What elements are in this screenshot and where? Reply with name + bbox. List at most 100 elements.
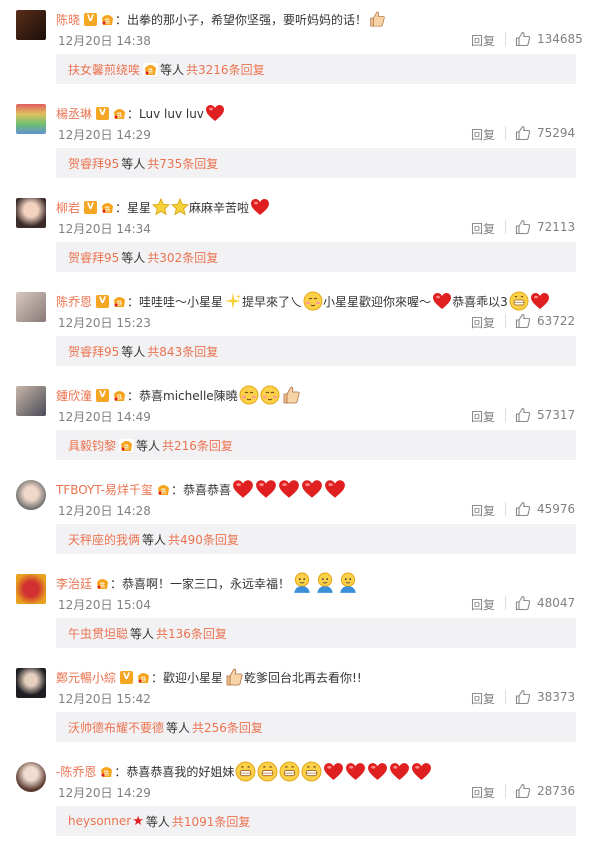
avatar[interactable]: [16, 480, 46, 510]
like-count: 57317: [537, 408, 576, 422]
comment-text: ：出拳的那小子，希望你坚强，要听妈妈的话！: [115, 12, 368, 27]
like-button[interactable]: 28736: [515, 783, 575, 799]
reply-count-link[interactable]: 共136条回复: [156, 625, 227, 642]
reply-button[interactable]: 回复: [471, 126, 495, 143]
like-count: 45976: [537, 502, 576, 516]
like-button[interactable]: 75294: [515, 125, 575, 141]
comment-username[interactable]: 鍾欣潼: [56, 387, 92, 404]
heart-icon: [205, 104, 225, 122]
thumbs-up-emoji-icon: [281, 385, 301, 405]
reply-summary[interactable]: 天秤座的我俩 等人 共490条回复: [56, 524, 576, 554]
thumbs-up-icon: [515, 407, 531, 423]
reply-button[interactable]: 回复: [471, 596, 495, 613]
heart-icon: [255, 479, 277, 499]
comment-username[interactable]: 柳岩: [56, 199, 80, 216]
heart-icon: [367, 762, 388, 781]
comment-text: 小星星歡迎你來喔～: [323, 294, 432, 309]
reply-summary-user[interactable]: 贺睿拜95: [68, 155, 119, 172]
pray-hands-icon: [368, 10, 386, 28]
reply-summary[interactable]: 沃帅德布耀不要德 等人 共256条回复: [56, 712, 576, 742]
like-button[interactable]: 72113: [515, 219, 575, 235]
grin-face-icon: [235, 761, 256, 782]
thumbs-up-icon: [515, 125, 531, 141]
reply-summary[interactable]: 具毅钧黎 等人 共216条回复: [56, 430, 576, 460]
reply-button[interactable]: 回复: [471, 32, 495, 49]
comment-item: 鄭元暢小綜 V ：歡迎小星星 乾爹回台北再去看你!! 12月20日 15:42 …: [0, 658, 589, 752]
reply-summary[interactable]: 贺睿拜95 等人 共843条回复: [56, 336, 576, 366]
avatar[interactable]: [16, 104, 46, 134]
reply-button[interactable]: 回复: [471, 314, 495, 331]
star-icon: [171, 198, 189, 216]
like-button[interactable]: 38373: [515, 689, 575, 705]
thumbs-up-icon: [515, 219, 531, 235]
reply-count-link[interactable]: 共1091条回复: [172, 813, 251, 830]
blush-face-icon: [260, 385, 280, 405]
comment-item: 鍾欣潼 V ：恭喜michelle陳曉 12月20日 14:49 回复 5731…: [0, 376, 589, 470]
reply-summary-user[interactable]: 贺睿拜95: [68, 249, 119, 266]
reply-count-link[interactable]: 共216条回复: [162, 437, 233, 454]
reply-button[interactable]: 回复: [471, 784, 495, 801]
reply-count-link[interactable]: 共256条回复: [192, 719, 263, 736]
avatar[interactable]: [16, 386, 46, 416]
reply-summary[interactable]: 午虫贯坦聪 等人 共136条回复: [56, 618, 576, 648]
like-button[interactable]: 134685: [515, 31, 583, 47]
comment-username[interactable]: 楊丞琳: [56, 105, 92, 122]
avatar[interactable]: [16, 292, 46, 322]
heart-icon: [250, 198, 270, 216]
comment-username[interactable]: 李治廷: [56, 575, 92, 592]
comment-username[interactable]: -陈乔恩: [56, 763, 96, 780]
fan-club-icon: [136, 671, 151, 684]
like-count: 28736: [537, 784, 576, 798]
avatar[interactable]: [16, 762, 46, 792]
avatar[interactable]: [16, 668, 46, 698]
heart-icon: [278, 479, 300, 499]
comment-username[interactable]: TFBOYT-易烊千玺: [56, 481, 153, 498]
reply-summary-text: 等人: [160, 62, 185, 77]
comment-username[interactable]: 陈晓: [56, 11, 80, 28]
thumbs-up-emoji-icon: [224, 667, 244, 687]
reply-summary-user[interactable]: 午虫贯坦聪: [68, 625, 128, 642]
reply-summary-user[interactable]: 贺睿拜95: [68, 343, 119, 360]
comment-text: 恭喜乖以3: [452, 294, 508, 309]
reply-count-link[interactable]: 共490条回复: [168, 531, 239, 548]
thumbs-up-icon: [515, 783, 531, 799]
reply-count-link[interactable]: 共843条回复: [147, 343, 218, 360]
reply-summary[interactable]: 贺睿拜95 等人 共302条回复: [56, 242, 576, 272]
star-icon: [152, 198, 170, 216]
reply-summary-user[interactable]: 沃帅德布耀不要德: [68, 719, 164, 736]
reply-summary-user[interactable]: 扶女馨煎绕唉: [68, 61, 140, 78]
reply-count-link[interactable]: 共302条回复: [147, 249, 218, 266]
reply-summary-text: 等人: [121, 156, 146, 171]
reply-summary-user[interactable]: 天秤座的我俩: [68, 531, 140, 548]
reply-summary[interactable]: 扶女馨煎绕唉 等人 共3216条回复: [56, 54, 576, 84]
fan-club-icon: [156, 483, 171, 496]
reply-count-link[interactable]: 共3216条回复: [186, 61, 265, 78]
fan-club-icon: [100, 13, 115, 26]
divider: [505, 32, 506, 46]
comment-text: ：恭喜恭喜: [170, 482, 231, 497]
comment-time: 12月20日 14:38: [58, 34, 151, 48]
avatar[interactable]: [16, 198, 46, 228]
red-star-icon: ★: [132, 813, 144, 829]
reply-summary[interactable]: heysonner ★ 等人 共1091条回复: [56, 806, 576, 836]
heart-icon: [301, 479, 323, 499]
comment-username[interactable]: 鄭元暢小綜: [56, 669, 116, 686]
reply-summary-user[interactable]: heysonner: [68, 814, 131, 828]
blush-face-icon: [303, 291, 323, 311]
reply-button[interactable]: 回复: [471, 690, 495, 707]
reply-summary-user[interactable]: 具毅钧黎: [68, 437, 116, 454]
reply-summary[interactable]: 贺睿拜95 等人 共735条回复: [56, 148, 576, 178]
avatar[interactable]: [16, 574, 46, 604]
avatar[interactable]: [16, 10, 46, 40]
reply-button[interactable]: 回复: [471, 220, 495, 237]
reply-count-link[interactable]: 共735条回复: [147, 155, 218, 172]
reply-button[interactable]: 回复: [471, 502, 495, 519]
divider: [505, 596, 506, 610]
like-count: 38373: [537, 690, 576, 704]
like-button[interactable]: 45976: [515, 501, 575, 517]
reply-button[interactable]: 回复: [471, 408, 495, 425]
like-button[interactable]: 63722: [515, 313, 575, 329]
like-button[interactable]: 57317: [515, 407, 575, 423]
comment-username[interactable]: 陈乔恩: [56, 293, 92, 310]
like-button[interactable]: 48047: [515, 595, 575, 611]
